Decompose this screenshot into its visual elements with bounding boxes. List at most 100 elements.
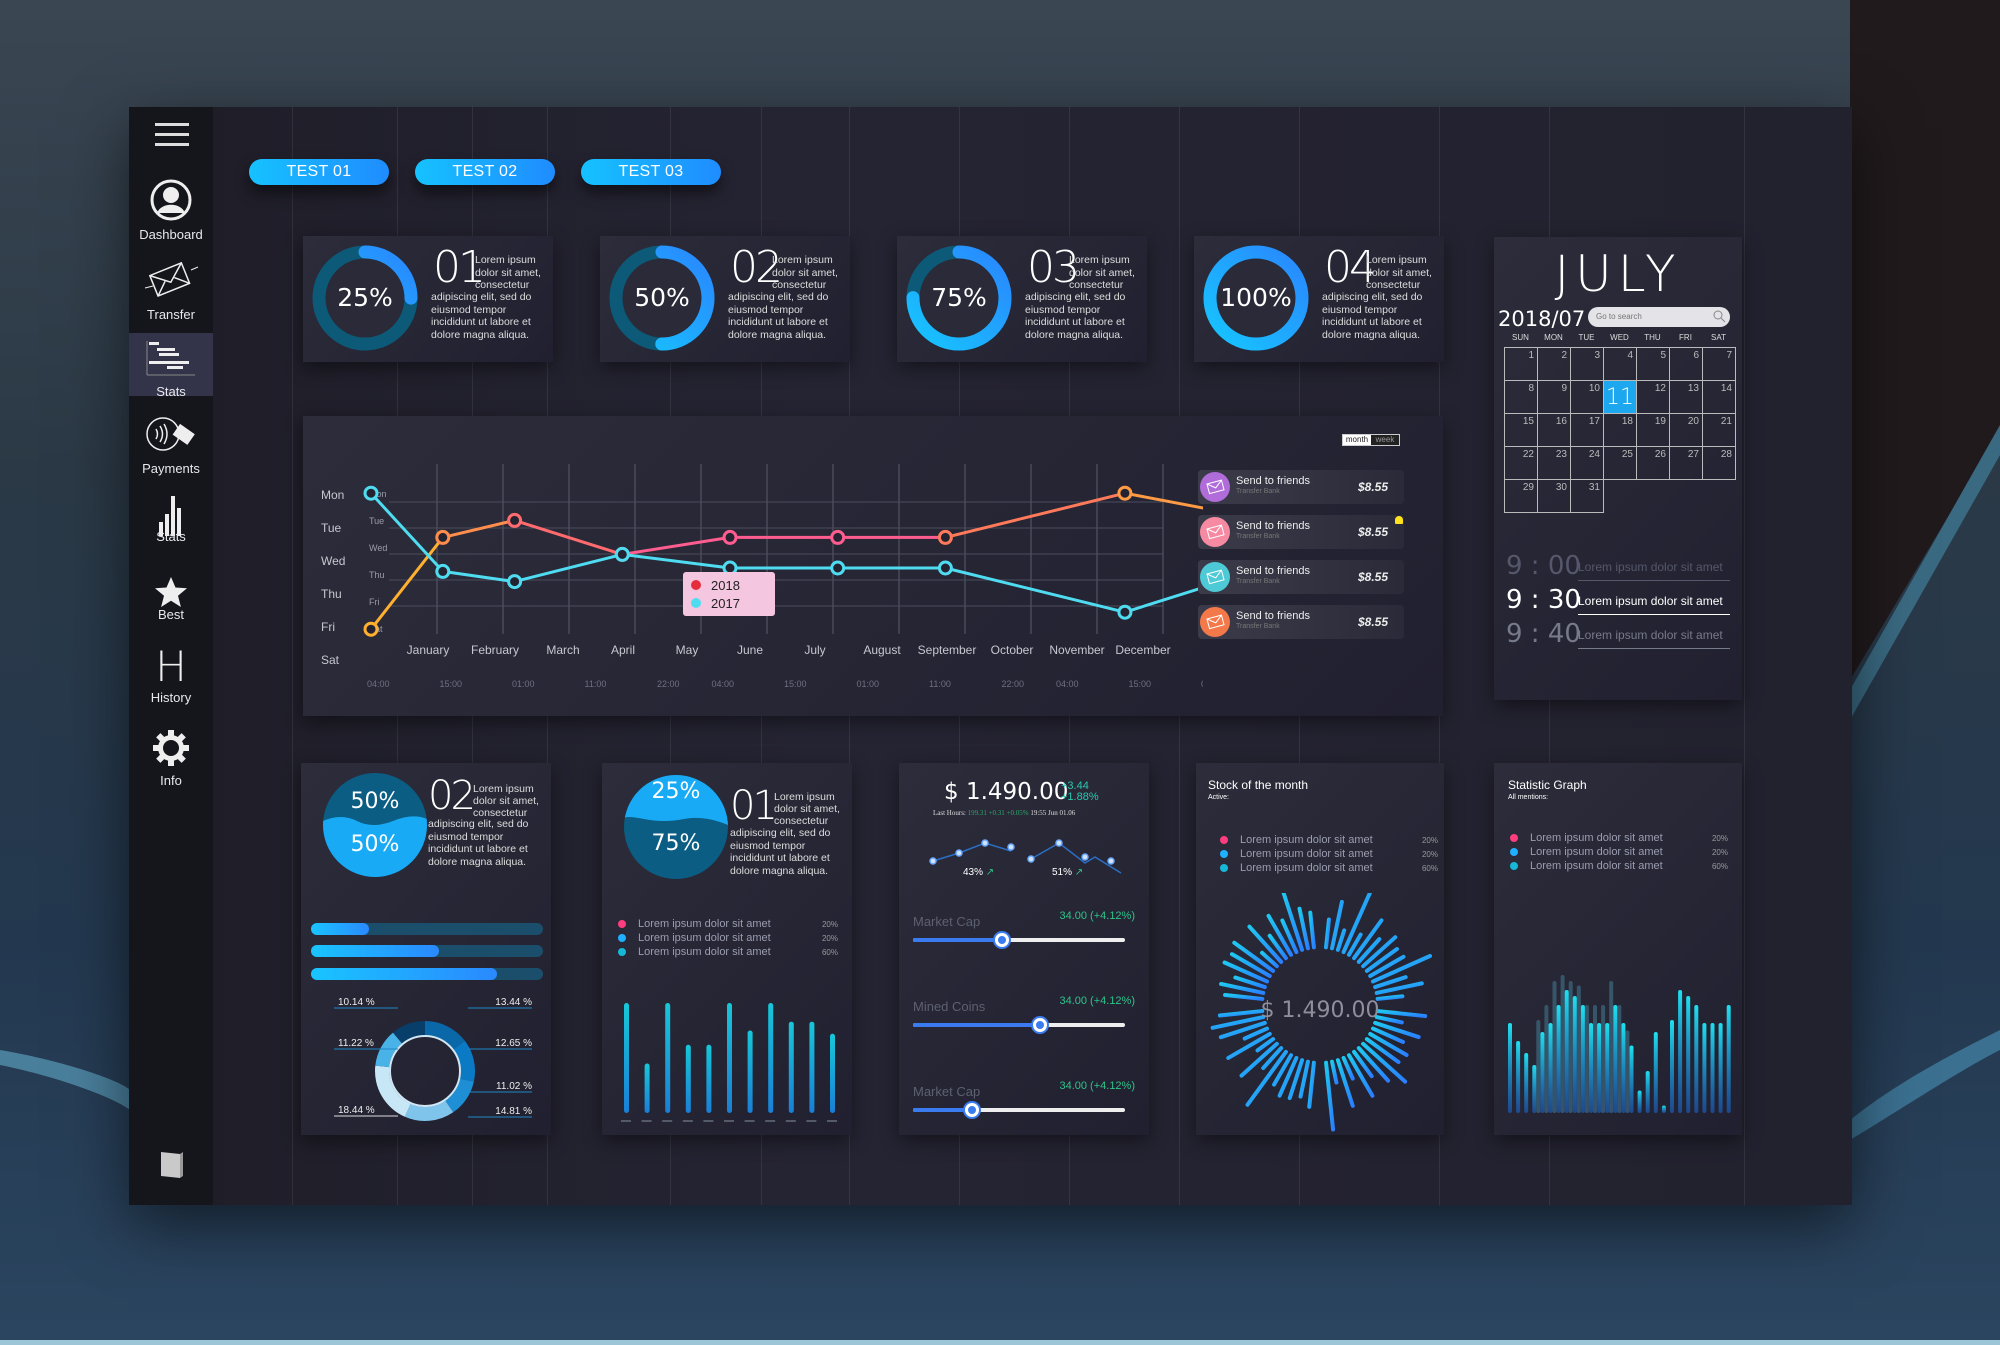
calendar-day[interactable]: 24: [1570, 446, 1604, 480]
x-tick-label: December: [1115, 643, 1170, 657]
calendar-day[interactable]: 29: [1504, 479, 1538, 513]
toggle-week[interactable]: week: [1371, 435, 1399, 445]
sidebar-item-history[interactable]: H History: [129, 646, 213, 710]
series-2018-segment: [622, 535, 731, 556]
calendar-day[interactable]: 14: [1702, 380, 1736, 414]
calendar-day[interactable]: 2: [1537, 347, 1571, 381]
calendar-day[interactable]: 10: [1570, 380, 1604, 414]
search-icon[interactable]: [1712, 309, 1726, 323]
schedule-item[interactable]: 9 : 30 Lorem ipsum dolor sit amet: [1506, 585, 1736, 617]
calendar-day[interactable]: 23: [1537, 446, 1571, 480]
bar-tick-label: [724, 1120, 734, 1122]
menu-icon[interactable]: [155, 123, 189, 147]
transaction-row[interactable]: Send to friends Transfer Bank $8.55: [1198, 560, 1404, 594]
sidebar-label: History: [150, 690, 192, 705]
calendar-day[interactable]: 13: [1669, 380, 1703, 414]
calendar-day[interactable]: 1: [1504, 347, 1538, 381]
series-2018-point[interactable]: [507, 512, 523, 528]
toggle-month[interactable]: month: [1343, 435, 1371, 445]
radial-bar: [1335, 928, 1347, 952]
calendar-day[interactable]: 5: [1636, 347, 1670, 381]
calendar-day[interactable]: 3: [1570, 347, 1604, 381]
calendar-day[interactable]: 18: [1603, 413, 1637, 447]
notification-bell-icon[interactable]: [1395, 516, 1403, 524]
calendar-day[interactable]: 8: [1504, 380, 1538, 414]
series-2018-point[interactable]: [830, 529, 846, 545]
slider-handle[interactable]: [995, 933, 1010, 947]
sidebar-item-payments[interactable]: Payments: [129, 412, 213, 480]
series-2017-point[interactable]: [363, 485, 379, 501]
calendar-day[interactable]: 31: [1570, 479, 1604, 513]
period-toggle[interactable]: month week: [1342, 434, 1400, 446]
sidebar-item-info[interactable]: Info: [129, 728, 213, 790]
calendar-day[interactable]: 6: [1669, 347, 1703, 381]
schedule-item[interactable]: 9 : 40 Lorem ipsum dolor sit amet: [1506, 619, 1736, 651]
calendar-day[interactable]: 22: [1504, 446, 1538, 480]
calendar-day[interactable]: 21: [1702, 413, 1736, 447]
series-2017-point[interactable]: [1117, 604, 1133, 620]
transaction-row[interactable]: Send to friends Transfer Bank $8.55: [1198, 470, 1404, 504]
series-2018-point[interactable]: [435, 529, 451, 545]
bar-front: [1572, 996, 1577, 1113]
sidebar-item-best[interactable]: Best: [129, 576, 213, 626]
transaction-subtitle: Transfer Bank: [1236, 533, 1280, 540]
bar-front: [1540, 1032, 1545, 1113]
slider-track[interactable]: [913, 933, 1125, 947]
calendar-day[interactable]: 12: [1636, 380, 1670, 414]
calendar-day[interactable]: 26: [1636, 446, 1670, 480]
tab-test-02[interactable]: TEST 02: [415, 159, 555, 185]
bar-front: [1548, 1023, 1553, 1113]
kpi-text: Lorem ipsum dolor sit amet, consectetur: [475, 254, 541, 291]
calendar-day[interactable]: 28: [1702, 446, 1736, 480]
series-2018-point[interactable]: [937, 529, 953, 545]
slider-track[interactable]: [913, 1018, 1125, 1032]
slider-track[interactable]: [913, 1103, 1125, 1117]
slider-handle[interactable]: [1033, 1018, 1048, 1032]
radial-bar: [1373, 1020, 1421, 1040]
calendar-empty: [1637, 480, 1670, 513]
series-2017-point[interactable]: [435, 563, 451, 579]
sidebar-item-stats-gantt[interactable]: Stats: [129, 333, 213, 399]
series-2017-point[interactable]: [937, 560, 953, 576]
series-2017-point[interactable]: [507, 574, 523, 590]
calendar-day[interactable]: 20: [1669, 413, 1703, 447]
calendar-day[interactable]: 19: [1636, 413, 1670, 447]
series-2017-point[interactable]: [614, 546, 630, 562]
tab-test-03[interactable]: TEST 03: [581, 159, 721, 185]
tab-test-01[interactable]: TEST 01: [249, 159, 389, 185]
sidebar-item-dashboard[interactable]: Dashboard: [129, 178, 213, 244]
calendar-day[interactable]: 27: [1669, 446, 1703, 480]
series-2018-segment: [945, 491, 1126, 539]
series-2018-point[interactable]: [1117, 485, 1133, 501]
calendar-day[interactable]: 25: [1603, 446, 1637, 480]
bar-front: [1686, 996, 1691, 1113]
sidebar-item-transfer[interactable]: Transfer: [129, 258, 213, 322]
transaction-row[interactable]: Send to friends Transfer Bank $8.55: [1198, 605, 1404, 639]
calendar-day[interactable]: 4: [1603, 347, 1637, 381]
calendar-day[interactable]: 30: [1537, 479, 1571, 513]
calendar-day[interactable]: 17: [1570, 413, 1604, 447]
series-2018-segment: [514, 518, 623, 556]
series-2017-segment: [514, 552, 623, 584]
sidebar-item-stats[interactable]: Stats: [129, 492, 213, 554]
radial-bar: [1324, 1060, 1336, 1132]
transaction-row[interactable]: Send to friends Transfer Bank $8.55: [1198, 515, 1404, 549]
calendar-day[interactable]: 9: [1537, 380, 1571, 414]
series-2018-point[interactable]: [363, 621, 379, 637]
series-2018-point[interactable]: [722, 529, 738, 545]
series-2018-segment: [442, 518, 515, 539]
donut-label: 12.65 %: [495, 1038, 532, 1049]
calendar-day[interactable]: 7: [1702, 347, 1736, 381]
series-2017-point[interactable]: [830, 560, 846, 576]
schedule-item[interactable]: 9 : 00 Lorem ipsum dolor sit amet: [1506, 551, 1736, 583]
slider-handle[interactable]: [965, 1103, 980, 1117]
legend-dot: [1510, 834, 1518, 842]
calendar-day[interactable]: 15: [1504, 413, 1538, 447]
transaction-title: Send to friends: [1236, 475, 1310, 487]
slider-fill: [913, 1023, 1041, 1027]
spark-point: [1007, 843, 1015, 851]
calendar-day[interactable]: 11: [1603, 380, 1637, 414]
calendar-search-input[interactable]: [1588, 307, 1730, 327]
book-icon[interactable]: [160, 1150, 184, 1180]
calendar-day[interactable]: 16: [1537, 413, 1571, 447]
